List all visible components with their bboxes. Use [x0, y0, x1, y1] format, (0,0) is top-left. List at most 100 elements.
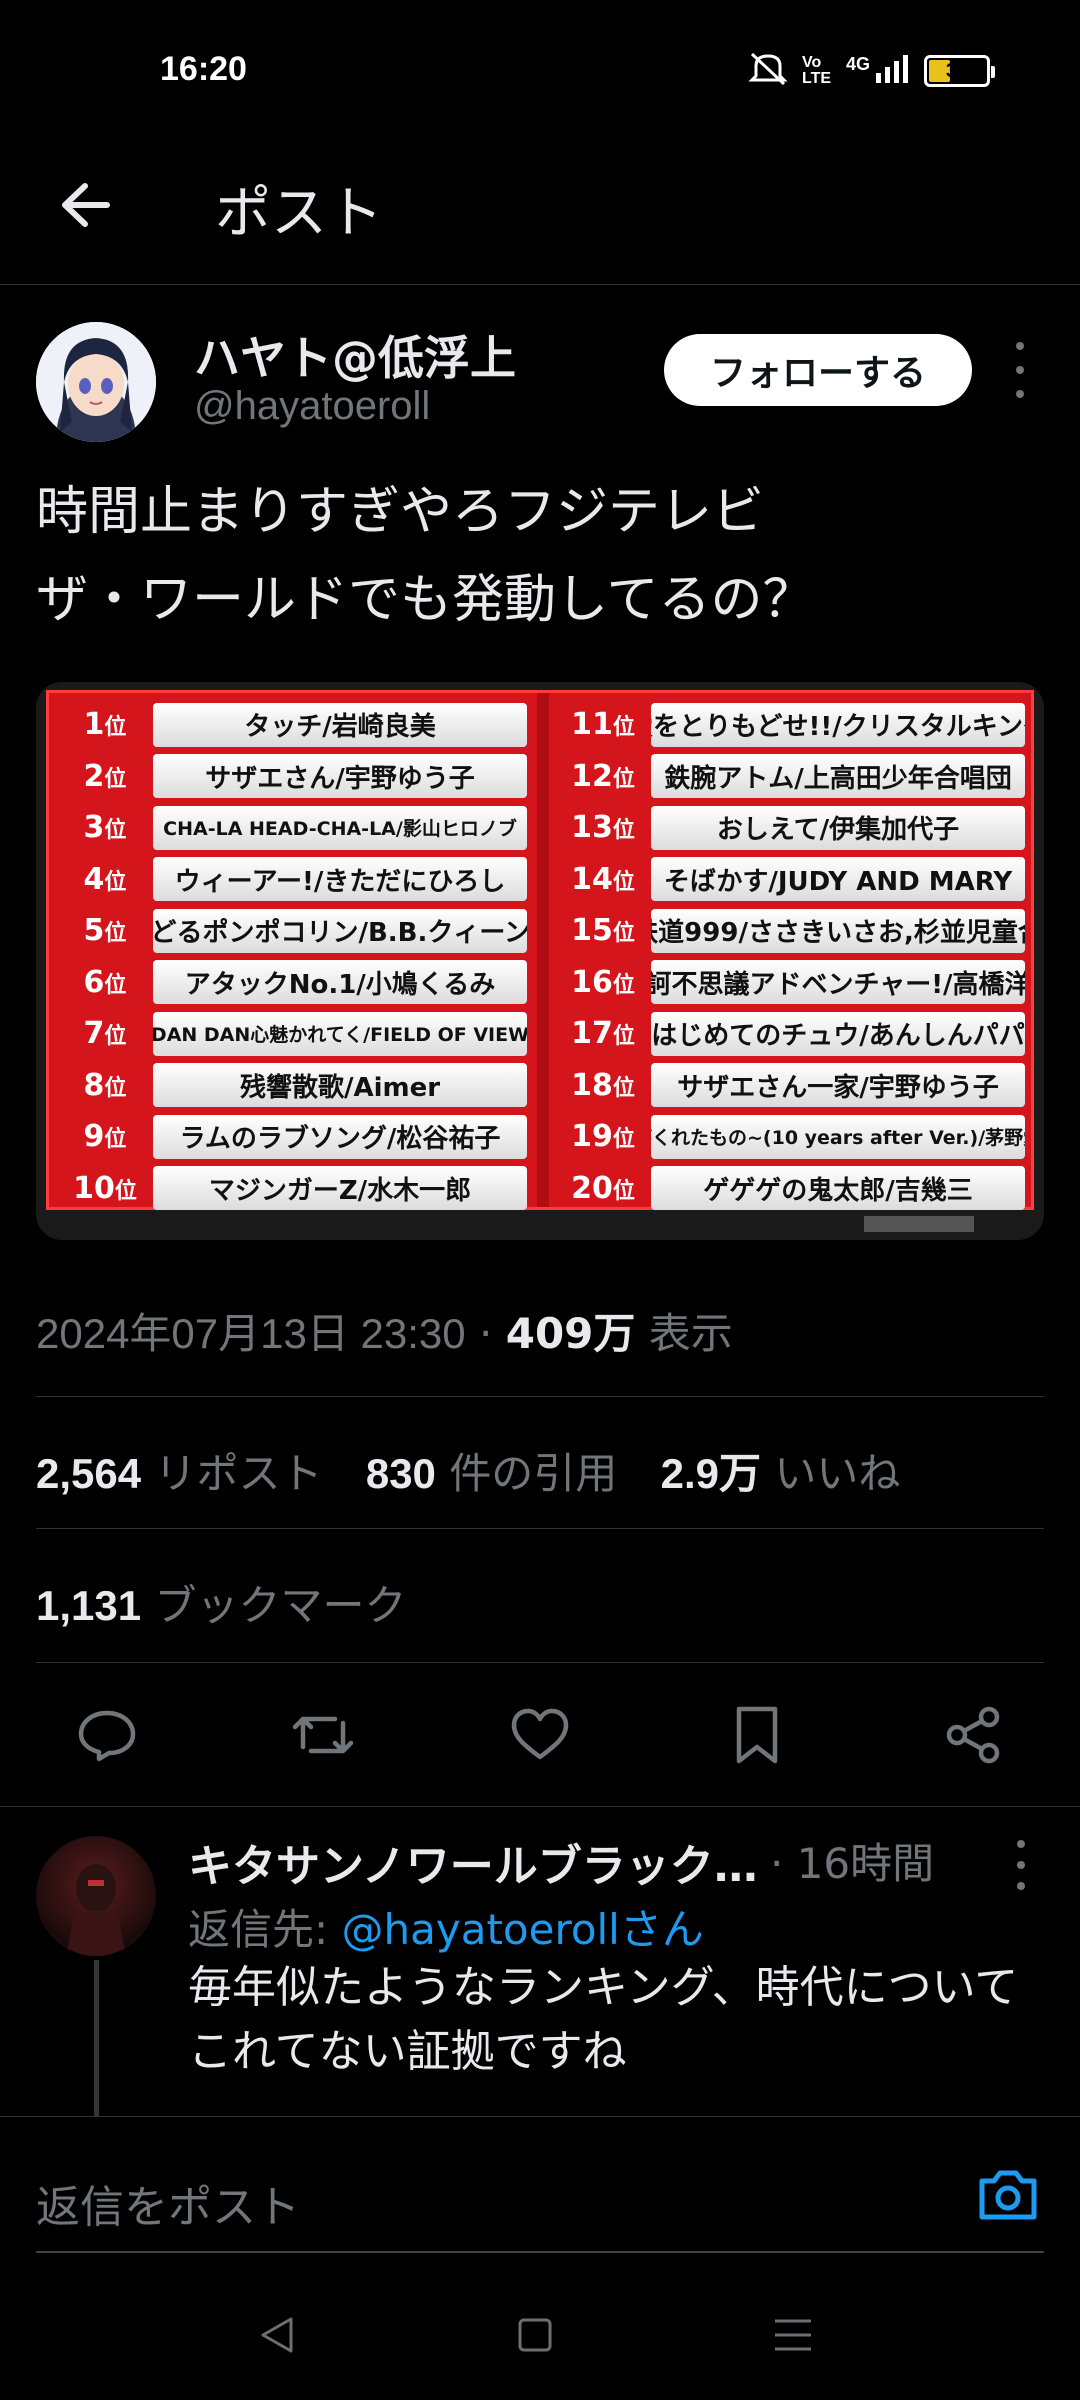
rank-suffix: 位	[114, 1178, 137, 1204]
ranking-row: 13位 おしえて/伊集加代子	[555, 802, 1025, 854]
battery-level: 35	[945, 59, 969, 82]
bookmark-icon	[736, 1706, 778, 1764]
reply-text-line: 毎年似たようなランキング、時代について	[188, 1962, 1019, 2013]
quotes-count: 830	[365, 1450, 436, 1497]
ranking-row: 14位 そばかす/JUDY AND MARY	[555, 854, 1025, 906]
author-handle[interactable]: @hayatoeroll	[194, 384, 430, 429]
ranking-row: 10位 マジンガーZ/水木一郎	[57, 1163, 527, 1215]
engagement-stats: 2,564 リポスト 830 件の引用 2.9万 いいね	[36, 1440, 930, 1501]
rank-song: 愛をとりもどせ!!/クリスタルキング	[651, 702, 1025, 747]
rank-suffix: 位	[612, 766, 635, 792]
rank-suffix: 位	[104, 1024, 127, 1050]
mute-icon	[748, 50, 788, 92]
rank-song: 鉄腕アトム/上高田少年合唱団	[651, 754, 1025, 799]
dot-icon	[1017, 1882, 1025, 1890]
signal-icon	[874, 53, 910, 89]
reply-thread-line	[94, 1960, 99, 2120]
rank-value: 14	[571, 861, 613, 897]
reply-to-handle[interactable]: @hayatoerollさん	[342, 1905, 704, 1954]
rank-song: アタックNo.1/小鳩くるみ	[153, 960, 527, 1005]
rank-value: 13	[571, 810, 613, 846]
rank-number: 20位	[555, 1171, 651, 1206]
camera-icon	[979, 2170, 1037, 2220]
nav-menu-button[interactable]	[768, 2310, 818, 2360]
reply-input[interactable]: 返信をポスト	[36, 2171, 300, 2235]
rank-value: 10	[73, 1170, 115, 1206]
rank-number: 6位	[57, 965, 153, 1000]
post-timestamp[interactable]: 2024年07月13日 23:30	[36, 1310, 466, 1357]
reply-compose-bar: 返信をポスト	[0, 2116, 1080, 2256]
rank-value: 6	[83, 964, 105, 1000]
status-icons: Vo LTE 4G 35	[748, 50, 995, 92]
camera-button[interactable]	[976, 2165, 1040, 2225]
page-title: ポスト	[215, 181, 383, 246]
author-name[interactable]: ハヤト@低浮上	[194, 322, 516, 388]
ranking-row: 5位おどるポンポコリン/B.B.クィーンズ	[57, 905, 527, 957]
ranking-row: 11位愛をとりもどせ!!/クリスタルキング	[555, 699, 1025, 751]
nav-back-button[interactable]	[252, 2310, 302, 2360]
rank-suffix: 位	[104, 869, 127, 895]
rank-number: 10位	[57, 1171, 153, 1206]
bookmarks-stat[interactable]: 1,131 ブックマーク	[36, 1572, 406, 1633]
rank-song: サザエさん/宇野ゆう子	[153, 754, 527, 799]
ranking-column-left: 1位 タッチ/岩崎良美 2位 サザエさん/宇野ゆう子 3位 CHA-LA HEAD-CHA…	[57, 699, 527, 1214]
reply-button[interactable]	[72, 1700, 142, 1770]
rank-song: CHA-LA HEAD-CHA-LA/影山ヒロノブ	[153, 805, 527, 850]
views-count: 409万	[505, 1309, 636, 1358]
ranking-row: 15位銀河鉄道999/ささきいさお,杉並児童合唱団	[555, 905, 1025, 957]
share-button[interactable]	[938, 1700, 1008, 1770]
status-bar: 16:20 Vo LTE 4G 35	[0, 0, 1080, 140]
follow-button[interactable]: フォローする	[664, 334, 972, 406]
reply-author-name[interactable]: キタサンノワールブラック…	[188, 1830, 758, 1894]
rank-number: 8位	[57, 1068, 153, 1103]
ranking-row: 12位 鉄腕アトム/上高田少年合唱団	[555, 751, 1025, 803]
rank-suffix: 位	[104, 715, 127, 741]
image-caption-strip	[864, 1216, 974, 1232]
rank-value: 1	[83, 707, 105, 743]
rank-song: そばかす/JUDY AND MARY	[651, 857, 1025, 902]
network-label: 4G	[845, 53, 870, 74]
rank-value: 20	[571, 1170, 613, 1206]
rank-song: DAN DAN心魅かれてく/FIELD OF VIEW	[153, 1011, 527, 1056]
rank-value: 19	[571, 1119, 613, 1155]
author-avatar[interactable]	[36, 322, 156, 442]
rank-suffix: 位	[612, 972, 635, 998]
dot-icon	[1016, 342, 1024, 350]
nav-home-button[interactable]	[510, 2310, 560, 2360]
repost-button[interactable]	[288, 1700, 358, 1770]
rank-suffix: 位	[104, 766, 127, 792]
rank-song: タッチ/岩崎良美	[153, 702, 527, 747]
post-image[interactable]: 1位 タッチ/岩崎良美 2位 サザエさん/宇野ゆう子 3位 CHA-LA HEAD-CHA…	[36, 682, 1044, 1240]
views-label: 表示	[648, 1309, 733, 1358]
likes-count: 2.9万	[660, 1450, 762, 1497]
more-options-button[interactable]	[1005, 342, 1035, 398]
ranking-row: 9位 ラムのラブソング/松谷祐子	[57, 1111, 527, 1163]
likes-label: いいね	[774, 1449, 901, 1498]
rank-number: 14位	[555, 862, 651, 897]
rank-song: サザエさん一家/宇野ゆう子	[651, 1063, 1025, 1108]
rank-value: 7	[83, 1016, 105, 1052]
reply-time: · 16時間	[770, 1839, 935, 1888]
share-icon	[946, 1706, 1000, 1764]
bookmarks-count: 1,131	[36, 1582, 142, 1629]
bookmark-button[interactable]	[722, 1700, 792, 1770]
rank-suffix: 位	[612, 715, 635, 741]
rank-number: 3位	[57, 810, 153, 845]
ranking-divider	[537, 693, 549, 1207]
reply-avatar[interactable]	[36, 1836, 156, 1956]
rank-number: 7位	[57, 1016, 153, 1051]
back-button[interactable]	[50, 170, 120, 240]
like-button[interactable]	[505, 1700, 575, 1770]
divider	[36, 1528, 1044, 1529]
reply-more-options-button[interactable]	[1006, 1840, 1036, 1890]
rank-suffix: 位	[104, 972, 127, 998]
rank-suffix: 位	[612, 1024, 635, 1050]
rank-suffix: 位	[612, 921, 635, 947]
reposts-stat[interactable]: 2,564 リポスト	[36, 1449, 322, 1498]
menu-lines-icon	[775, 2319, 811, 2351]
rank-number: 2位	[57, 759, 153, 794]
likes-stat[interactable]: 2.9万 いいね	[661, 1449, 901, 1498]
rank-suffix: 位	[612, 1075, 635, 1101]
quotes-stat[interactable]: 830 件の引用	[366, 1449, 617, 1498]
rank-suffix: 位	[104, 818, 127, 844]
